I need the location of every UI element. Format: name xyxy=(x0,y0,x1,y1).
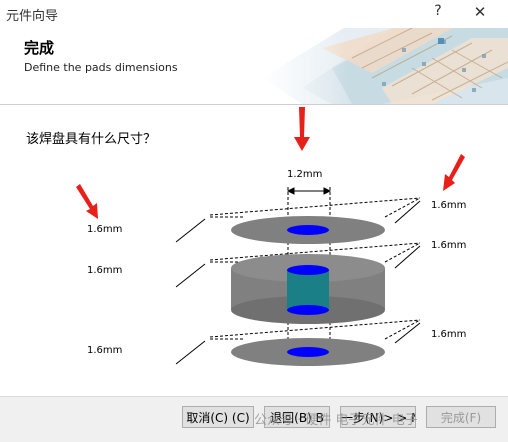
close-icon[interactable]: ✕ xyxy=(468,3,492,21)
wizard-step-title: 完成 xyxy=(24,39,55,57)
pad-dimension-diagram: 1.2mm 1.6mm 1.6mm 1.6mm 1.6mm 1.6mm 1.6m… xyxy=(76,107,466,367)
next-button[interactable]: 一步(N)> > N xyxy=(340,406,416,428)
cancel-button[interactable]: 取消(C) (C) xyxy=(182,406,254,428)
dim-left-top: 1.6mm xyxy=(87,224,122,235)
dim-right-3: 1.6mm xyxy=(431,329,466,340)
title-bar: 元件向导 ? ✕ xyxy=(0,0,508,29)
window-title: 元件向导 xyxy=(6,9,59,24)
wizard-footer: 取消(C) (C) 退回(B) B 一步(N)> > N 完成(F) 公众号 ·… xyxy=(0,396,508,442)
dim-top-width: 1.2mm xyxy=(287,169,322,180)
finish-button[interactable]: 完成(F) xyxy=(426,406,496,428)
wizard-step-subtitle: Define the pads dimensions xyxy=(24,61,178,74)
back-button[interactable]: 退回(B) B xyxy=(264,406,330,428)
dim-right-2: 1.6mm xyxy=(431,240,466,251)
wizard-header: 完成 Define the pads dimensions xyxy=(0,28,508,105)
help-icon[interactable]: ? xyxy=(428,3,448,19)
dim-left-bottom: 1.6mm xyxy=(87,345,122,356)
wizard-content: 该焊盘具有什么尺寸？ 1.2mm 1.6mm 1.6mm 1.6mm 1.6mm… xyxy=(0,105,508,396)
dim-left-mid: 1.6mm xyxy=(87,265,122,276)
dim-right-1: 1.6mm xyxy=(431,200,466,211)
